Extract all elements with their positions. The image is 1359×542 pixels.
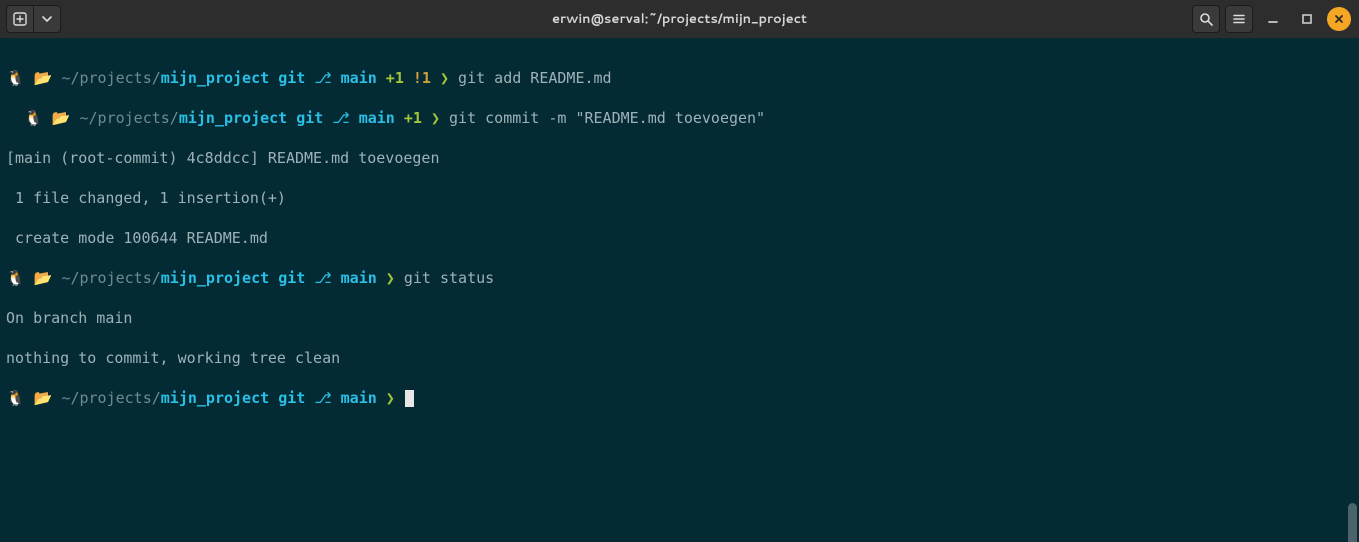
path-dim: ~/projects/ <box>61 389 160 407</box>
tux-icon: 🐧 <box>6 269 25 287</box>
prompt-arrow: ❯ <box>386 389 395 407</box>
close-icon <box>1334 14 1344 24</box>
window-title: erwin@serval:~/projects/mijn_project <box>0 10 1359 28</box>
command-text: git add README.md <box>458 69 612 87</box>
prompt-line: 🐧 📂 ~/projects/mijn_project git ⎇ main ❯ <box>6 388 1353 408</box>
path-bright: mijn_project <box>179 109 287 127</box>
chevron-down-icon <box>42 14 52 24</box>
hamburger-icon <box>1232 12 1246 26</box>
scrollbar[interactable] <box>1348 78 1358 542</box>
branch-name: main <box>359 109 395 127</box>
path-bright: mijn_project <box>161 269 269 287</box>
git-label: git <box>278 69 305 87</box>
prompt-line: 🐧 📂 ~/projects/mijn_project git ⎇ main ❯… <box>6 268 1353 288</box>
tab-menu-button[interactable] <box>33 5 61 33</box>
path-dim: ~/projects/ <box>61 69 160 87</box>
titlebar-left-group <box>0 5 61 33</box>
branch-name: main <box>341 269 377 287</box>
folder-icon: 📂 <box>34 389 53 407</box>
prompt-arrow: ❯ <box>431 109 440 127</box>
git-label: git <box>296 109 323 127</box>
tux-icon: 🐧 <box>24 109 43 127</box>
staged-count: +1 <box>386 69 404 87</box>
path-dim: ~/projects/ <box>61 269 160 287</box>
minimize-button[interactable] <box>1259 5 1287 33</box>
folder-icon: 📂 <box>34 269 53 287</box>
maximize-icon <box>1301 13 1313 25</box>
titlebar-right-group <box>1192 5 1359 33</box>
branch-name: main <box>341 69 377 87</box>
folder-icon: 📂 <box>34 69 53 87</box>
prompt-arrow: ❯ <box>386 269 395 287</box>
path-bright: mijn_project <box>161 389 269 407</box>
output-line: 1 file changed, 1 insertion(+) <box>6 188 1353 208</box>
path-bright: mijn_project <box>161 69 269 87</box>
prompt-arrow: ❯ <box>440 69 449 87</box>
branch-icon: ⎇ <box>314 389 331 407</box>
command-text: git status <box>404 269 494 287</box>
text-cursor <box>405 390 414 407</box>
close-button[interactable] <box>1327 7 1351 31</box>
staged-count: +1 <box>404 109 422 127</box>
plus-box-icon <box>13 12 27 26</box>
menu-button[interactable] <box>1225 5 1253 33</box>
tux-icon: 🐧 <box>6 389 25 407</box>
git-label: git <box>278 269 305 287</box>
git-label: git <box>278 389 305 407</box>
scrollbar-thumb[interactable] <box>1348 503 1357 542</box>
branch-icon: ⎇ <box>314 69 331 87</box>
maximize-button[interactable] <box>1293 5 1321 33</box>
titlebar[interactable]: erwin@serval:~/projects/mijn_project <box>0 0 1359 38</box>
output-line: create mode 100644 README.md <box>6 228 1353 248</box>
branch-icon: ⎇ <box>314 269 331 287</box>
tux-icon: 🐧 <box>6 69 25 87</box>
prompt-line: 🐧 📂 ~/projects/mijn_project git ⎇ main +… <box>6 108 1353 128</box>
terminal-window: erwin@serval:~/projects/mijn_project 🐧 📂… <box>0 0 1359 542</box>
branch-name: main <box>341 389 377 407</box>
terminal-body[interactable]: 🐧 📂 ~/projects/mijn_project git ⎇ main +… <box>0 38 1359 542</box>
branch-icon: ⎇ <box>332 109 349 127</box>
search-icon <box>1199 12 1213 26</box>
search-button[interactable] <box>1192 5 1220 33</box>
new-tab-button[interactable] <box>6 5 34 33</box>
output-line: On branch main <box>6 308 1353 328</box>
path-dim: ~/projects/ <box>80 109 179 127</box>
command-text: git commit -m "README.md toevoegen" <box>449 109 765 127</box>
output-line: [main (root-commit) 4c8ddcc] README.md t… <box>6 148 1353 168</box>
unstaged-count: !1 <box>413 69 431 87</box>
prompt-line: 🐧 📂 ~/projects/mijn_project git ⎇ main +… <box>6 68 1353 88</box>
output-line: nothing to commit, working tree clean <box>6 348 1353 368</box>
minimize-icon <box>1267 13 1279 25</box>
folder-icon: 📂 <box>52 109 71 127</box>
